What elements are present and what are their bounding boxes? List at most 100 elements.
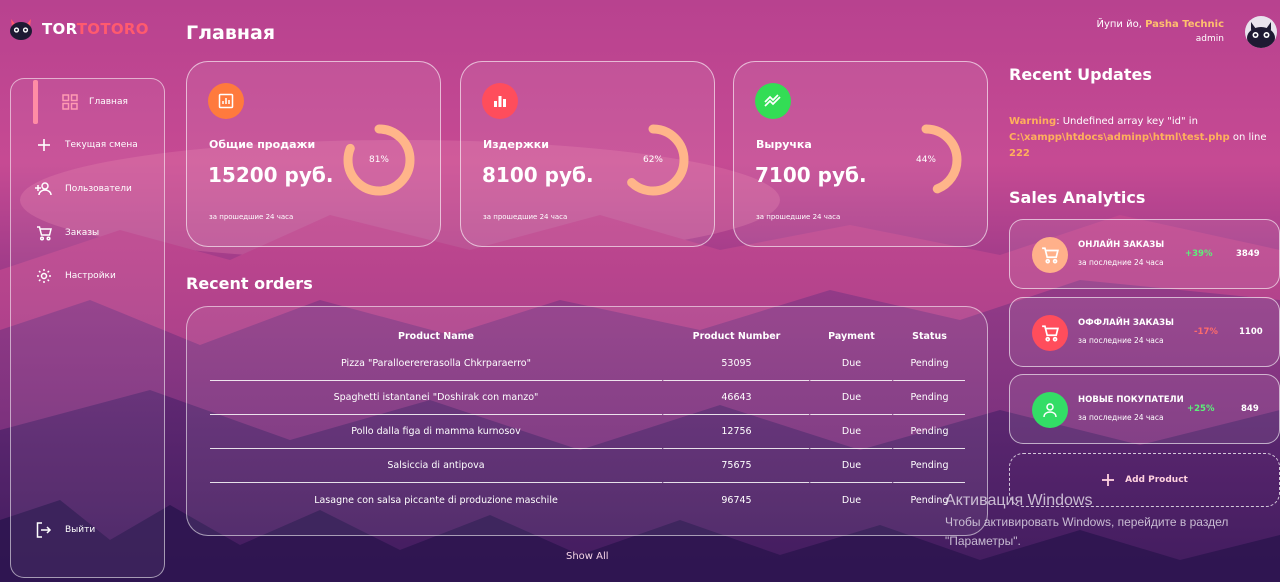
totoro-avatar-icon [1247,22,1275,48]
activation-title: Активация Windows [945,492,1093,509]
trending-up-icon [755,83,791,119]
stat-card-total-sales: Общие продажи 15200 руб. за прошедшие 24… [186,61,441,247]
product-number-cell: 12756 [662,415,809,449]
brand[interactable]: TORTOTORO [8,16,149,42]
show-all-link[interactable]: Show All [566,551,609,562]
stat-card-period: за прошедшие 24 часа [756,213,841,221]
warning-message: : Undefined array key "id" in [1056,116,1198,127]
product-number-cell: 46643 [662,381,809,415]
sidebar-item-label: Настройки [65,271,116,281]
stat-card-value: 7100 руб. [755,163,867,187]
sales-card-period: за последние 24 часа [1078,336,1164,345]
product-name-cell: Pizza "Paralloerererasolla Chkrparaerro" [210,347,662,381]
payment-cell: Due [809,449,892,483]
sales-card-online-orders[interactable]: ОНЛАЙН ЗАКАЗЫ за последние 24 часа +39% … [1009,219,1280,289]
user-icon [1032,392,1068,428]
sidebar-item-label: Заказы [65,228,100,238]
cart-icon [1032,315,1068,351]
logout-icon [35,521,53,539]
activation-text: Чтобы активировать Windows, перейдите в … [945,515,1229,548]
user-info: Йупи йо, Pasha Technic admin [1097,19,1225,44]
product-number-cell: 96745 [721,494,752,506]
stat-card-title: Издержки [483,138,549,151]
warning-on-line: on line [1229,132,1267,143]
table-row[interactable]: Pollo dalla figa di mamma kurnosov 12756… [210,415,965,449]
status-cell: Pending [892,381,965,415]
table-row[interactable]: Spaghetti istantanei "Doshirak con manzo… [210,381,965,415]
dashboard-icon [61,93,79,111]
progress-ring-label: 62% [642,155,663,165]
chart-icon [208,83,244,119]
status-cell: Pending [892,449,965,483]
column-header: Product Name [398,330,474,342]
sales-card-percent: +25% [1187,404,1215,414]
sidebar-item-users[interactable]: Пользователи [11,175,166,203]
add-user-icon [35,180,53,198]
stat-card-period: за прошедшие 24 часа [483,213,568,221]
recent-updates-message: Warning: Undefined array key "id" in C:\… [1009,114,1271,162]
warning-line: 222 [1009,148,1030,159]
sidebar-item-label: Текущая смена [65,140,138,150]
recent-orders-title: Recent orders [186,274,313,293]
sidebar-item-home[interactable]: Главная [11,80,166,124]
sales-analytics-title: Sales Analytics [1009,188,1146,207]
column-header: Status [912,330,947,342]
stat-card-value: 8100 руб. [482,163,594,187]
plus-icon [1102,474,1115,486]
plus-icon [35,136,53,154]
payment-cell: Due [809,347,892,381]
sales-card-percent: +39% [1185,249,1213,259]
table-header-row: Product Name Product Number Payment Stat… [210,325,965,347]
bar-chart-icon [482,83,518,119]
warning-label: Warning [1009,116,1057,127]
sales-card-period: за последние 24 часа [1078,413,1164,422]
brand-name: TORTOTORO [42,20,149,38]
stat-card-period: за прошедшие 24 часа [209,213,294,221]
add-product-label: Add Product [1125,475,1188,485]
sidebar-item-orders[interactable]: Заказы [11,219,166,247]
sales-card-title: НОВЫЕ ПОКУПАТЕЛИ [1078,395,1184,405]
product-name-cell: Pollo dalla figa di mamma kurnosov [210,415,662,449]
payment-cell: Due [841,494,862,506]
avatar[interactable] [1245,16,1277,48]
recent-orders-panel: Product Name Product Number Payment Stat… [186,306,988,536]
payment-cell: Due [809,415,892,449]
sales-card-value: 3849 [1236,249,1260,259]
windows-activation-watermark: Активация Windows Чтобы активировать Win… [945,492,1280,551]
progress-ring-label: 81% [368,155,389,165]
table-row[interactable]: Lasagne con salsa piccante di produzione… [210,483,965,517]
recent-updates-title: Recent Updates [1009,65,1152,84]
user-name: Pasha Technic [1145,19,1224,30]
logout-label: Выйти [65,525,96,535]
product-number-cell: 75675 [662,449,809,483]
sidebar-item-settings[interactable]: Настройки [11,262,166,290]
greeting-text: Йупи йо, [1096,19,1146,30]
sales-card-offline-orders[interactable]: ОФФЛАЙН ЗАКАЗЫ за последние 24 часа -17%… [1009,297,1280,367]
stat-card-title: Выручка [756,138,812,151]
table-row[interactable]: Pizza "Paralloerererasolla Chkrparaerro"… [210,347,965,381]
logout-button[interactable]: Выйти [11,516,166,544]
sidebar-item-current-shift[interactable]: Текущая смена [11,131,166,159]
warning-path: C:\xampp\htdocs\adminp\html\test.php [1009,132,1230,143]
sales-card-value: 1100 [1239,327,1263,337]
table-row[interactable]: Salsiccia di antipova 75675 Due Pending [210,449,965,483]
orders-table: Product Name Product Number Payment Stat… [210,325,965,517]
sidebar-item-label: Пользователи [65,184,132,194]
stat-card-revenue: Выручка 7100 руб. за прошедшие 24 часа 4… [733,61,988,247]
product-name-cell: Spaghetti istantanei "Doshirak con manzo… [210,381,662,415]
status-cell: Pending [892,415,965,449]
product-number-cell: 53095 [662,347,809,381]
stat-card-value: 15200 руб. [208,163,334,187]
cart-icon [1032,237,1068,273]
column-header: Product Number [692,330,781,342]
sales-card-title: ОНЛАЙН ЗАКАЗЫ [1078,240,1165,250]
product-name-cell: Lasagne con salsa piccante di produzione… [314,494,558,506]
sales-card-new-customers[interactable]: НОВЫЕ ПОКУПАТЕЛИ за последние 24 часа +2… [1009,374,1280,444]
sales-card-value: 849 [1241,404,1259,414]
progress-ring-label: 44% [915,155,936,165]
product-name-cell: Salsiccia di antipova [210,449,662,483]
page-title: Главная [186,22,276,44]
sales-card-percent: -17% [1194,327,1218,337]
sidebar-item-label: Главная [89,97,128,107]
payment-cell: Due [809,381,892,415]
